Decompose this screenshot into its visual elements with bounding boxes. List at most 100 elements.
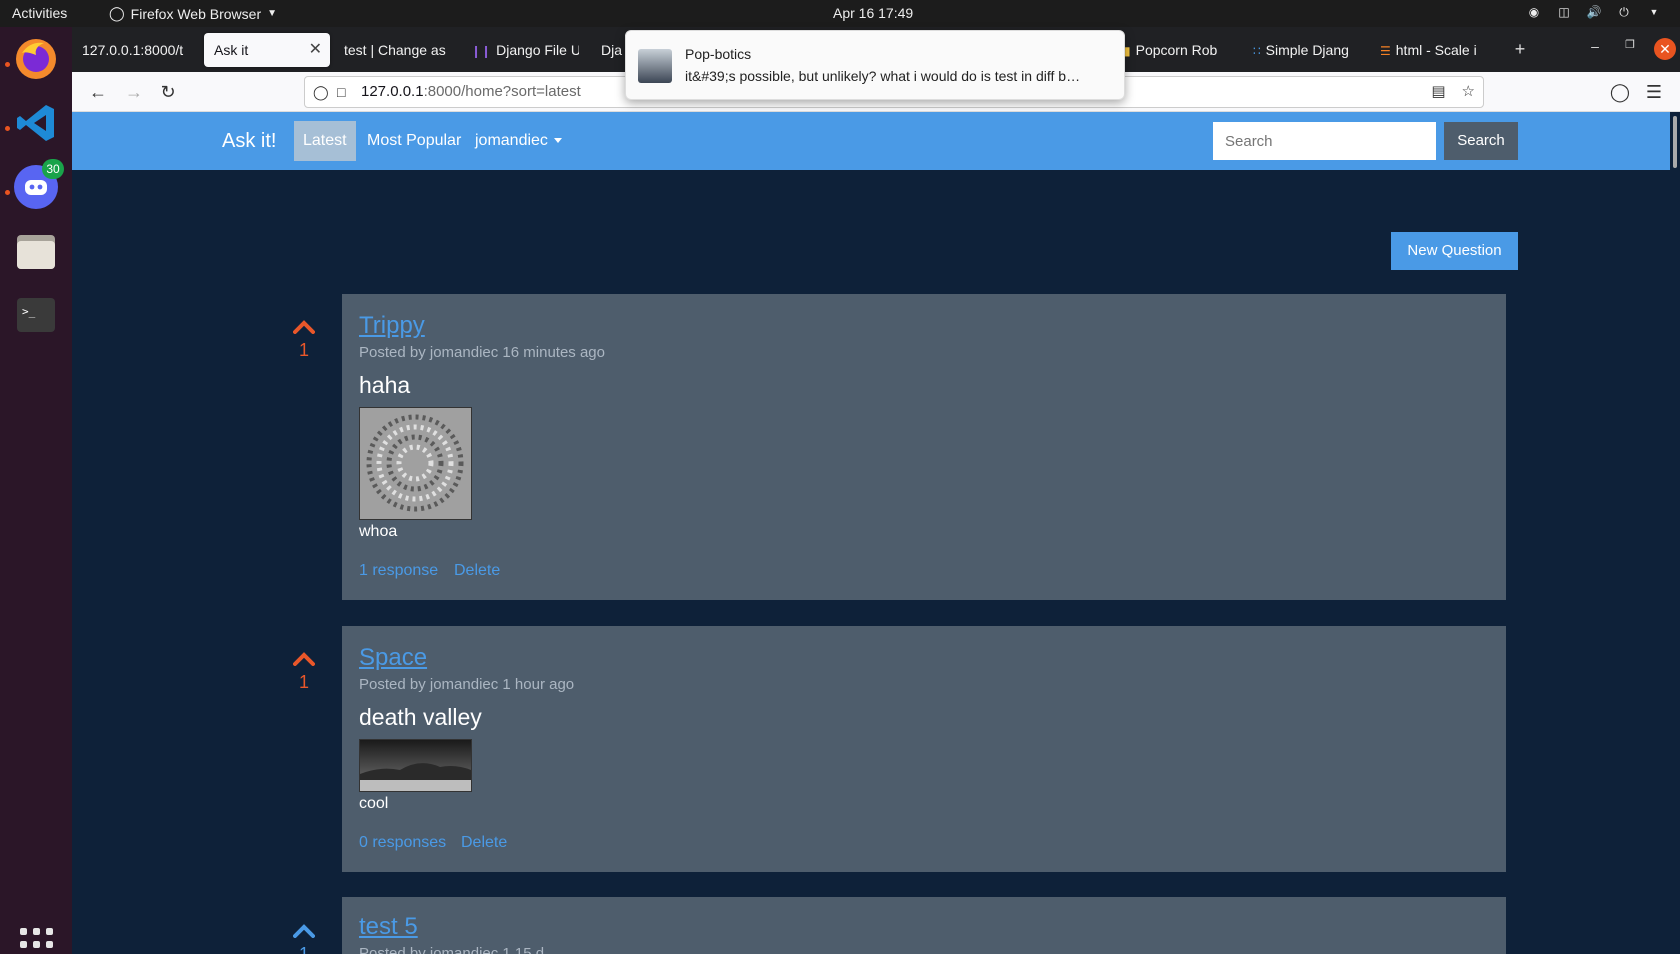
tab-change-answer[interactable]: test | Change as <box>334 33 454 67</box>
tab-label: Django File U <box>496 42 579 58</box>
question-image <box>359 739 472 792</box>
reader-view-icon[interactable]: ▤ <box>1431 77 1445 107</box>
django-icon: ❙❙ <box>471 44 492 58</box>
upvote-arrow-icon[interactable] <box>293 320 315 334</box>
url-path: :8000/home?sort=latest <box>423 83 581 100</box>
reload-icon[interactable]: ↻ <box>156 80 180 104</box>
window-close-icon[interactable]: ✕ <box>1654 38 1676 60</box>
tab-label: Ask it <box>214 42 249 58</box>
url-text[interactable]: 127.0.0.1:8000/home?sort=latest <box>361 77 581 107</box>
vote-control: 1 <box>288 652 320 693</box>
tab-localhost[interactable]: 127.0.0.1:8000/t <box>72 33 192 67</box>
image-caption: cool <box>359 795 389 812</box>
svg-text:>_: >_ <box>22 305 36 318</box>
firefox-dock-icon[interactable] <box>12 35 60 83</box>
tab-label: test | Change as <box>344 42 446 58</box>
tab-label: Simple Djang <box>1265 42 1349 58</box>
question-card: Trippy Posted by jomandiec 16 minutes ag… <box>342 294 1506 600</box>
question-title-link[interactable]: Trippy <box>359 312 425 340</box>
app-menu[interactable]: ◯ Firefox Web Browser ▼ <box>109 5 277 22</box>
question-body: death valley <box>359 704 482 730</box>
search-input[interactable] <box>1213 122 1436 160</box>
page-scrollbar[interactable] <box>1670 112 1680 954</box>
tab-label: 127.0.0.1:8000/t <box>82 42 184 58</box>
tab-label: Dja <box>601 42 623 58</box>
close-icon[interactable]: ✕ <box>309 33 322 67</box>
new-question-button[interactable]: New Question <box>1391 232 1518 270</box>
firefox-icon: ◯ <box>109 5 125 21</box>
app-menu-label: Firefox Web Browser <box>130 5 262 22</box>
question-meta: Posted by jomandiec 1 15 d <box>359 945 545 954</box>
site-navbar: Ask it! Latest Most Popular jomandiec Se… <box>72 112 1670 170</box>
minimize-icon[interactable]: – <box>1585 38 1605 54</box>
delete-link[interactable]: Delete <box>461 834 507 852</box>
tab-html-scale[interactable]: ☰ html - Scale i <box>1370 33 1488 67</box>
tab-popcorn-robotics[interactable]: ▮ Popcorn Rob <box>1114 33 1232 67</box>
back-icon[interactable]: ← <box>86 80 110 104</box>
tab-django-file-upload[interactable]: ❙❙ Django File U <box>461 33 579 67</box>
notification-badge: 30 <box>42 159 64 179</box>
volume-icon[interactable]: 🔊 <box>1586 5 1602 19</box>
question-body: haha <box>359 372 411 398</box>
tab-label: Popcorn Rob <box>1135 42 1218 58</box>
tab-ask-it[interactable]: Ask it ✕ <box>204 33 330 67</box>
vote-count: 1 <box>298 340 309 360</box>
pocket-icon[interactable]: ◯ <box>1608 80 1632 104</box>
bookmark-star-icon[interactable]: ☆ <box>1462 77 1475 107</box>
nav-latest[interactable]: Latest <box>294 121 356 161</box>
notification-popup[interactable]: Pop-botics it&#39;s possible, but unlike… <box>625 30 1125 100</box>
tab-simple-django[interactable]: ∷ Simple Djang <box>1243 33 1361 67</box>
delete-link[interactable]: Delete <box>454 562 500 580</box>
upvote-arrow-icon[interactable] <box>293 924 315 938</box>
shield-icon[interactable]: ◯ <box>313 77 329 107</box>
chevron-down-icon: ▼ <box>267 8 278 19</box>
question-card: test 5 Posted by jomandiec 1 15 d <box>342 897 1506 954</box>
caret-down-icon <box>553 138 562 144</box>
discord-tray-icon[interactable]: ◉ <box>1526 5 1542 19</box>
upvote-arrow-icon[interactable] <box>293 652 315 666</box>
image-caption: whoa <box>359 523 398 540</box>
stackoverflow-icon: ☰ <box>1380 44 1391 58</box>
system-tray[interactable]: ◉ ◫ 🔊 ⏻ ▼ <box>1526 5 1662 19</box>
clock[interactable]: Apr 16 17:49 <box>833 5 913 21</box>
avatar <box>638 49 672 83</box>
running-indicator <box>5 62 10 67</box>
responses-link[interactable]: 1 response <box>359 562 438 580</box>
tab-label: html - Scale i <box>1395 42 1477 58</box>
url-host: 127.0.0.1 <box>361 83 424 100</box>
nav-user-dropdown[interactable]: jomandiec <box>466 121 571 161</box>
show-apps-icon[interactable] <box>20 928 54 954</box>
dock: 30 >_ <box>0 27 72 954</box>
vscode-dock-icon[interactable] <box>12 99 60 147</box>
new-tab-icon[interactable]: + <box>1510 39 1530 60</box>
question-image <box>359 407 472 520</box>
vote-count: 1 <box>298 944 309 954</box>
user-name: jomandiec <box>475 132 548 149</box>
discord-dock-icon[interactable]: 30 <box>12 159 64 211</box>
nav-most-popular[interactable]: Most Popular <box>358 121 470 161</box>
running-indicator <box>5 190 10 195</box>
question-title-link[interactable]: Space <box>359 644 427 672</box>
activities-button[interactable]: Activities <box>12 5 67 21</box>
network-icon[interactable]: ◫ <box>1556 5 1572 19</box>
vote-count: 1 <box>298 672 309 692</box>
terminal-dock-icon[interactable]: >_ <box>12 291 60 339</box>
chevron-down-icon[interactable]: ▼ <box>1646 5 1662 19</box>
responses-link[interactable]: 0 responses <box>359 834 446 852</box>
scrollbar-thumb[interactable] <box>1673 116 1677 168</box>
files-dock-icon[interactable] <box>12 227 60 275</box>
page-icon[interactable]: □ <box>337 77 345 107</box>
restore-icon[interactable]: ❐ <box>1620 38 1640 51</box>
search-button[interactable]: Search <box>1444 122 1518 160</box>
running-indicator <box>5 126 10 131</box>
question-meta: Posted by jomandiec 16 minutes ago <box>359 344 605 361</box>
hamburger-menu-icon[interactable]: ☰ <box>1642 80 1666 104</box>
system-top-bar: Activities ◯ Firefox Web Browser ▼ Apr 1… <box>0 0 1680 27</box>
forward-icon[interactable]: → <box>122 80 146 104</box>
power-icon[interactable]: ⏻ <box>1616 5 1632 19</box>
notification-body: it&#39;s possible, but unlikely? what i … <box>685 68 1081 84</box>
question-title-link[interactable]: test 5 <box>359 913 418 941</box>
question-card: Space Posted by jomandiec 1 hour ago dea… <box>342 626 1506 872</box>
site-brand[interactable]: Ask it! <box>222 130 276 153</box>
grid-dots-icon: ∷ <box>1253 44 1261 58</box>
